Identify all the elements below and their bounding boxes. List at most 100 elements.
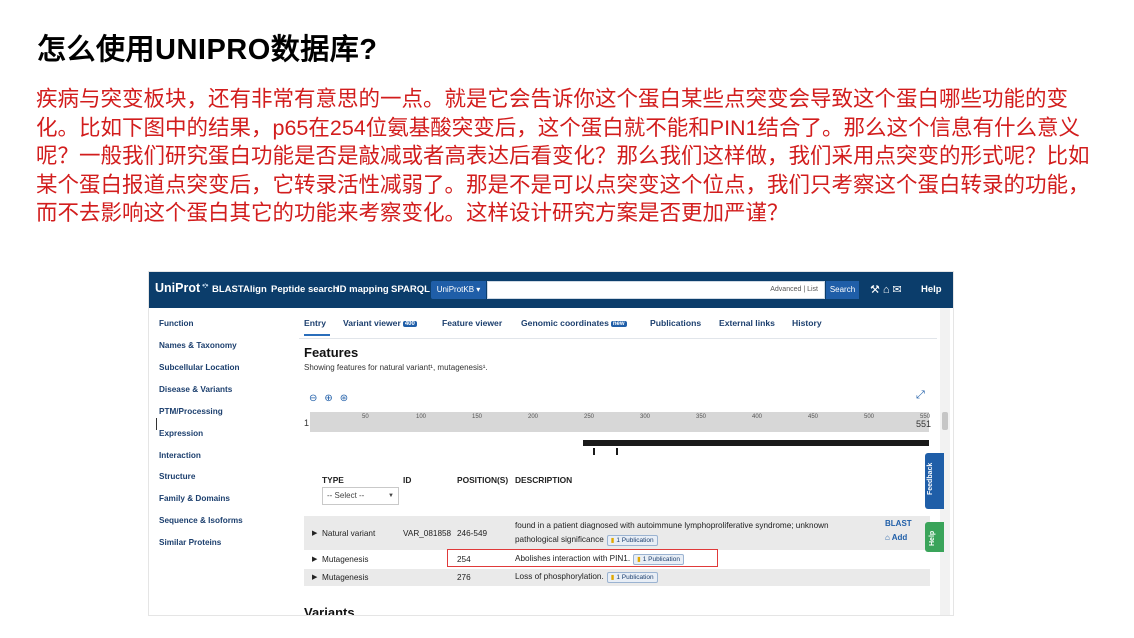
column-header-type: TYPE bbox=[322, 475, 344, 485]
row-description: Loss of phosphorylation. ▮ 1 Publication bbox=[515, 572, 658, 583]
sidebar-item-names-taxonomy[interactable]: Names & Taxonomy bbox=[159, 341, 237, 350]
sidebar-item-ptm-processing[interactable]: PTM/Processing bbox=[159, 407, 223, 416]
bookmark-icon: ▮ bbox=[610, 574, 615, 581]
zoom-out-icon[interactable]: ⊖ bbox=[309, 393, 324, 404]
entry-sidebar: Function Names & Taxonomy Subcellular Lo… bbox=[149, 308, 291, 615]
help-link[interactable]: Help bbox=[921, 284, 942, 295]
sidebar-item-expression[interactable]: Expression bbox=[159, 429, 203, 438]
advanced-list-links[interactable]: Advanced | List bbox=[770, 286, 818, 293]
basket-small-icon: ⌂ bbox=[885, 533, 892, 542]
feedback-button[interactable]: Feedback bbox=[925, 453, 944, 509]
ruler-tick: 450 bbox=[808, 414, 819, 420]
ruler-tick: 350 bbox=[696, 414, 707, 420]
ruler-tick: 400 bbox=[752, 414, 763, 420]
sidebar-item-interaction[interactable]: Interaction bbox=[159, 451, 201, 460]
row-description-cont: pathological significance ▮ 1 Publication bbox=[515, 535, 658, 546]
zoom-in-icon[interactable]: ⊕ bbox=[324, 393, 339, 404]
tab-genomic-coordinates[interactable]: Genomic coordinates new bbox=[521, 318, 627, 328]
publication-badge[interactable]: ▮ 1 Publication bbox=[606, 535, 658, 546]
ruler-tick: 500 bbox=[864, 414, 875, 420]
tab-variant-viewer[interactable]: Variant viewer 400 bbox=[343, 318, 417, 328]
publication-badge-label: 1 Publication bbox=[616, 574, 654, 581]
database-dropdown[interactable]: UniProtKB ▾ bbox=[431, 281, 486, 299]
add-action-label: Add bbox=[891, 533, 908, 542]
active-tab-indicator bbox=[304, 334, 330, 336]
type-filter-value: -- Select -- bbox=[327, 491, 365, 500]
search-input[interactable]: Advanced | List bbox=[487, 281, 825, 299]
help-tab-label: Help bbox=[929, 530, 936, 546]
tab-publications[interactable]: Publications bbox=[650, 318, 701, 328]
tabs-divider bbox=[299, 338, 937, 339]
sidebar-item-structure[interactable]: Structure bbox=[159, 472, 195, 481]
sidebar-item-function[interactable]: Function bbox=[159, 319, 194, 328]
ruler-start-label: 1 bbox=[304, 418, 310, 428]
highlight-box bbox=[447, 549, 718, 567]
toolbar-icons: ⚒⌂✉ bbox=[870, 283, 905, 296]
uniprot-logo[interactable]: UniProt •:• bbox=[155, 281, 208, 295]
row-id: VAR_081858 bbox=[403, 529, 452, 538]
tab-variant-viewer-label: Variant viewer bbox=[343, 318, 401, 328]
column-header-description: DESCRIPTION bbox=[515, 475, 573, 485]
help-button[interactable]: Help bbox=[925, 522, 944, 552]
nav-peptide-search[interactable]: Peptide search bbox=[271, 284, 339, 295]
type-filter-select[interactable]: -- Select -- ▼ bbox=[322, 487, 399, 505]
mutagenesis-marker[interactable] bbox=[616, 448, 618, 455]
table-row[interactable]: ▶ Mutagenesis 276 Loss of phosphorylatio… bbox=[304, 569, 930, 586]
row-type: Mutagenesis bbox=[322, 555, 369, 564]
mutagenesis-marker[interactable] bbox=[593, 448, 595, 455]
nav-id-mapping[interactable]: ID mapping bbox=[337, 284, 389, 295]
ruler-tick: 250 bbox=[584, 414, 595, 420]
expand-row-icon[interactable]: ▶ bbox=[312, 529, 317, 537]
sidebar-item-subcellular-location[interactable]: Subcellular Location bbox=[159, 363, 240, 372]
tab-external-links[interactable]: External links bbox=[719, 318, 775, 328]
sidebar-item-similar-proteins[interactable]: Similar Proteins bbox=[159, 538, 221, 547]
row-description: found in a patient diagnosed with autoim… bbox=[515, 521, 829, 530]
zoom-controls: ⊖⊕⊛ bbox=[309, 393, 355, 404]
chevron-down-icon: ▼ bbox=[388, 493, 394, 499]
expand-icon[interactable]: ⤢ bbox=[916, 389, 925, 402]
tab-feature-viewer[interactable]: Feature viewer bbox=[442, 318, 502, 328]
basket-icon[interactable]: ⌂ bbox=[883, 284, 893, 296]
search-button[interactable]: Search bbox=[826, 281, 859, 299]
ruler-tick: 300 bbox=[640, 414, 651, 420]
sidebar-item-disease-variants[interactable]: Disease & Variants bbox=[159, 385, 232, 394]
uniprot-topbar: UniProt •:• BLAST Align Peptide search ID… bbox=[149, 272, 953, 308]
row-type: Mutagenesis bbox=[322, 573, 369, 582]
nav-align[interactable]: Align bbox=[243, 284, 267, 295]
logo-text: UniProt bbox=[155, 281, 201, 295]
ruler-tick: 150 bbox=[472, 414, 483, 420]
sidebar-item-family-domains[interactable]: Family & Domains bbox=[159, 494, 230, 503]
tools-icon[interactable]: ⚒ bbox=[870, 284, 883, 296]
features-heading: Features bbox=[304, 345, 359, 360]
blast-action[interactable]: BLAST bbox=[885, 519, 912, 528]
mail-icon[interactable]: ✉ bbox=[893, 284, 905, 296]
row-description-line2: pathological significance bbox=[515, 535, 604, 544]
table-row[interactable]: ▶ Natural variant VAR_081858 246-549 fou… bbox=[304, 516, 930, 550]
scrollbar-thumb[interactable] bbox=[942, 412, 948, 430]
ruler-tick: 200 bbox=[528, 414, 539, 420]
expand-row-icon[interactable]: ▶ bbox=[312, 555, 317, 563]
features-subtitle: Showing features for natural variant¹, m… bbox=[304, 363, 488, 372]
ruler-end-label: 551 bbox=[916, 419, 932, 429]
tab-genomic-coordinates-label: Genomic coordinates bbox=[521, 318, 609, 328]
slide-title: 怎么使用UNIPRO数据库? bbox=[37, 34, 378, 66]
natural-variant-track[interactable] bbox=[583, 440, 929, 446]
column-header-id: ID bbox=[403, 475, 412, 485]
nav-blast[interactable]: BLAST bbox=[212, 284, 244, 295]
nav-sparql[interactable]: SPARQL bbox=[391, 284, 430, 295]
tab-entry[interactable]: Entry bbox=[304, 318, 326, 328]
expand-row-icon[interactable]: ▶ bbox=[312, 573, 317, 581]
variant-count-badge: 400 bbox=[402, 321, 417, 327]
sidebar-item-sequence-isoforms[interactable]: Sequence & Isoforms bbox=[159, 516, 243, 525]
zoom-reset-icon[interactable]: ⊛ bbox=[340, 393, 355, 404]
uniprot-screenshot: UniProt •:• BLAST Align Peptide search ID… bbox=[148, 271, 954, 616]
publication-badge[interactable]: ▮ 1 Publication bbox=[606, 572, 658, 583]
sidebar-active-indicator bbox=[156, 418, 157, 430]
add-action[interactable]: ⌂ Add bbox=[885, 533, 907, 542]
column-header-position: POSITION(S) bbox=[457, 475, 509, 485]
bookmark-icon: ▮ bbox=[610, 537, 615, 544]
sequence-ruler[interactable] bbox=[310, 412, 929, 432]
tab-history[interactable]: History bbox=[792, 318, 822, 328]
row-type: Natural variant bbox=[322, 529, 376, 538]
feedback-label: Feedback bbox=[927, 462, 934, 495]
